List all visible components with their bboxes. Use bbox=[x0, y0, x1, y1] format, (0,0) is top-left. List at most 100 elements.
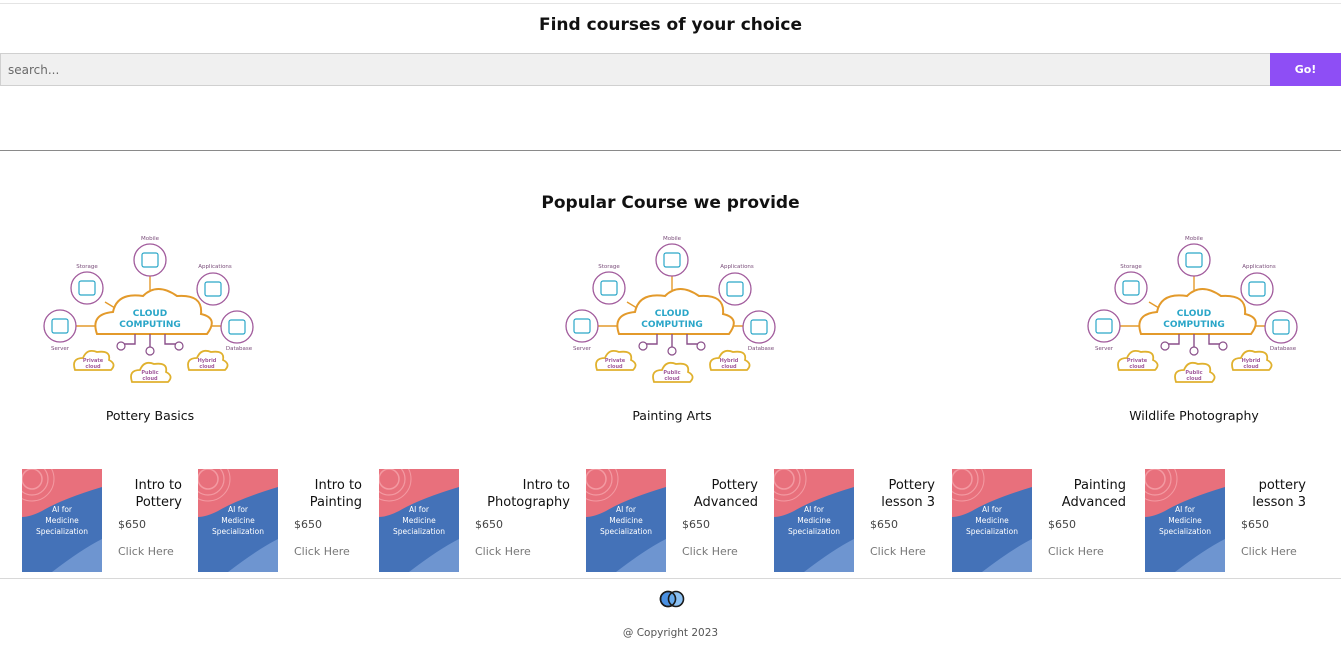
svg-text:CLOUD: CLOUD bbox=[655, 309, 689, 319]
course-title: Pottery lesson 3 bbox=[881, 478, 935, 510]
svg-text:Medicine: Medicine bbox=[1168, 516, 1202, 525]
section-divider bbox=[0, 150, 1341, 151]
go-button[interactable]: Go! bbox=[1270, 53, 1341, 86]
svg-text:Specialization: Specialization bbox=[393, 527, 445, 536]
svg-text:cloud: cloud bbox=[1243, 364, 1259, 370]
search-input[interactable] bbox=[0, 53, 1270, 86]
svg-text:AI for: AI for bbox=[616, 505, 637, 514]
course-title: Intro to Painting bbox=[309, 478, 362, 510]
svg-text:Medicine: Medicine bbox=[609, 516, 643, 525]
svg-text:Database: Database bbox=[1270, 346, 1297, 352]
page-title: Find courses of your choice bbox=[538, 15, 802, 35]
svg-text:cloud: cloud bbox=[721, 364, 737, 370]
top-divider bbox=[0, 3, 1341, 4]
svg-text:Medicine: Medicine bbox=[402, 516, 436, 525]
svg-text:AI for: AI for bbox=[982, 505, 1003, 514]
course-price: $650 bbox=[1048, 518, 1076, 531]
course-thumbnail[interactable]: AI for Medicine Specialization bbox=[1145, 469, 1225, 572]
course-title: pottery lesson 3 bbox=[1252, 478, 1306, 510]
svg-text:Medicine: Medicine bbox=[45, 516, 79, 525]
course-thumbnail[interactable]: AI for Medicine Specialization bbox=[774, 469, 854, 572]
svg-text:CLOUD: CLOUD bbox=[133, 309, 167, 319]
popular-course-image[interactable]: Mobile Storage Applications Server Database C… bbox=[557, 234, 787, 390]
popular-course-image[interactable]: Mobile Storage Applications Server Database C… bbox=[1079, 234, 1309, 390]
popular-course-card[interactable]: Mobile Storage Applications Server Database C… bbox=[1079, 234, 1309, 423]
svg-text:Server: Server bbox=[573, 346, 592, 352]
svg-text:Storage: Storage bbox=[1120, 264, 1142, 270]
popular-course-image[interactable]: Mobile Storage Applications Server Database C… bbox=[35, 234, 265, 390]
svg-text:Specialization: Specialization bbox=[212, 527, 264, 536]
course-card[interactable]: AI for Medicine Specialization Painting Ad… bbox=[952, 469, 1126, 572]
interlocking-rings-icon bbox=[659, 590, 685, 608]
svg-text:Specialization: Specialization bbox=[36, 527, 88, 536]
svg-text:Medicine: Medicine bbox=[221, 516, 255, 525]
course-price: $650 bbox=[118, 518, 146, 531]
course-price: $650 bbox=[682, 518, 710, 531]
svg-text:AI for: AI for bbox=[52, 505, 73, 514]
course-thumbnail[interactable]: AI for Medicine Specialization bbox=[198, 469, 278, 572]
svg-text:Medicine: Medicine bbox=[797, 516, 831, 525]
popular-course-card[interactable]: Mobile Storage Applications Server Database C… bbox=[35, 234, 265, 423]
popular-course-card[interactable]: Mobile Storage Applications Server Database C… bbox=[557, 234, 787, 423]
svg-text:Applications: Applications bbox=[720, 264, 754, 270]
svg-text:cloud: cloud bbox=[664, 376, 680, 382]
svg-text:cloud: cloud bbox=[199, 364, 215, 370]
svg-text:AI for: AI for bbox=[1175, 505, 1196, 514]
course-thumbnail[interactable]: AI for Medicine Specialization bbox=[952, 469, 1032, 572]
course-title: Pottery Advanced bbox=[693, 478, 758, 510]
popular-course-name[interactable]: Wildlife Photography bbox=[1079, 408, 1309, 423]
click-here-link[interactable]: Click Here bbox=[1241, 545, 1297, 558]
svg-text:Mobile: Mobile bbox=[663, 236, 682, 242]
copyright-text: @ Copyright 2023 bbox=[622, 627, 719, 639]
course-title: Painting Advanced bbox=[1061, 478, 1126, 510]
popular-course-name[interactable]: Pottery Basics bbox=[35, 408, 265, 423]
svg-text:COMPUTING: COMPUTING bbox=[1163, 320, 1225, 330]
svg-text:AI for: AI for bbox=[804, 505, 825, 514]
course-title: Intro to Photography bbox=[487, 478, 570, 510]
svg-text:Storage: Storage bbox=[598, 264, 620, 270]
svg-text:COMPUTING: COMPUTING bbox=[641, 320, 703, 330]
svg-text:cloud: cloud bbox=[142, 376, 158, 382]
svg-text:Specialization: Specialization bbox=[788, 527, 840, 536]
course-thumbnail[interactable]: AI for Medicine Specialization bbox=[22, 469, 102, 572]
footer-divider bbox=[0, 578, 1341, 579]
svg-text:AI for: AI for bbox=[409, 505, 430, 514]
course-card[interactable]: AI for Medicine Specialization Pottery les… bbox=[774, 469, 935, 572]
svg-text:Specialization: Specialization bbox=[966, 527, 1018, 536]
svg-text:Storage: Storage bbox=[76, 264, 98, 270]
course-price: $650 bbox=[1241, 518, 1269, 531]
popular-course-name[interactable]: Painting Arts bbox=[557, 408, 787, 423]
svg-text:Specialization: Specialization bbox=[1159, 527, 1211, 536]
svg-text:CLOUD: CLOUD bbox=[1177, 309, 1211, 319]
popular-section-title: Popular Course we provide bbox=[541, 193, 800, 213]
click-here-link[interactable]: Click Here bbox=[1048, 545, 1104, 558]
svg-text:Mobile: Mobile bbox=[1185, 236, 1204, 242]
svg-text:cloud: cloud bbox=[85, 364, 101, 370]
search-bar: Go! bbox=[0, 53, 1341, 86]
course-card[interactable]: AI for Medicine Specialization Intro to Ph… bbox=[379, 469, 570, 572]
svg-text:Specialization: Specialization bbox=[600, 527, 652, 536]
click-here-link[interactable]: Click Here bbox=[682, 545, 738, 558]
svg-text:cloud: cloud bbox=[607, 364, 623, 370]
svg-text:COMPUTING: COMPUTING bbox=[119, 320, 181, 330]
svg-text:Applications: Applications bbox=[198, 264, 232, 270]
svg-text:Applications: Applications bbox=[1242, 264, 1276, 270]
course-card[interactable]: AI for Medicine Specialization Pottery Adv… bbox=[586, 469, 758, 572]
svg-text:cloud: cloud bbox=[1129, 364, 1145, 370]
svg-text:Server: Server bbox=[51, 346, 70, 352]
course-card[interactable]: AI for Medicine Specialization pottery les… bbox=[1145, 469, 1306, 572]
course-title: Intro to Pottery bbox=[134, 478, 182, 510]
click-here-link[interactable]: Click Here bbox=[870, 545, 926, 558]
click-here-link[interactable]: Click Here bbox=[475, 545, 531, 558]
svg-text:AI for: AI for bbox=[228, 505, 249, 514]
click-here-link[interactable]: Click Here bbox=[118, 545, 174, 558]
course-card[interactable]: AI for Medicine Specialization Intro to Po… bbox=[22, 469, 182, 572]
course-thumbnail[interactable]: AI for Medicine Specialization bbox=[586, 469, 666, 572]
svg-text:Database: Database bbox=[226, 346, 253, 352]
svg-text:Server: Server bbox=[1095, 346, 1114, 352]
course-card[interactable]: AI for Medicine Specialization Intro to Pa… bbox=[198, 469, 362, 572]
course-thumbnail[interactable]: AI for Medicine Specialization bbox=[379, 469, 459, 572]
click-here-link[interactable]: Click Here bbox=[294, 545, 350, 558]
svg-text:Medicine: Medicine bbox=[975, 516, 1009, 525]
course-price: $650 bbox=[294, 518, 322, 531]
